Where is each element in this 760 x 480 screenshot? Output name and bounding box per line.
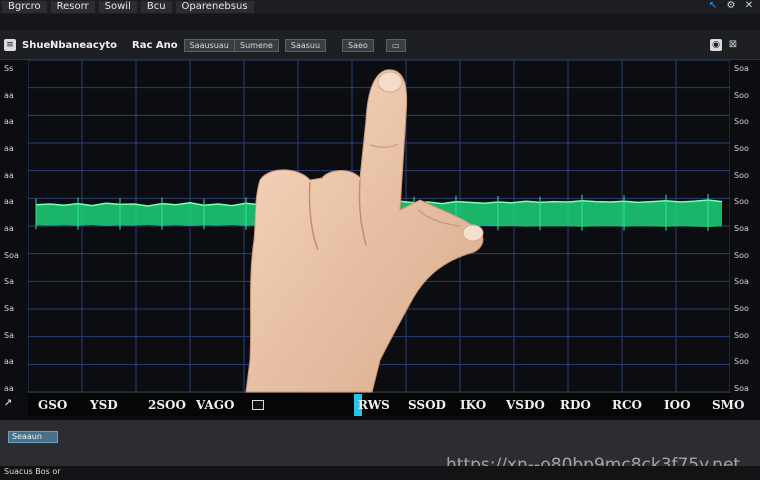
toolbar-right: ◉ ⊠ (710, 37, 738, 53)
toolbar-button-5[interactable]: ▭ (386, 38, 406, 52)
status-bar: Seaaun https://xn--o80bp9mc8ck3f75y.net … (0, 420, 760, 480)
y-tick-left: aa (4, 197, 14, 207)
y-tick-left: aa (4, 170, 14, 180)
x-tick: SMO (712, 398, 745, 412)
menu-item-tools[interactable]: Bcu (140, 1, 172, 13)
section-label: Nbaneacyto (50, 39, 118, 51)
y-tick-left: aa (4, 357, 14, 367)
y-tick-right: Soa (734, 224, 749, 233)
x-tick: VSDO (506, 398, 545, 412)
menu-icon[interactable]: ≡ (4, 39, 16, 51)
status-footer-text: Suacus Bos or (4, 467, 61, 476)
toolbar-button-4[interactable]: Saeo (342, 38, 374, 52)
toolbar-section: Nbaneacyto (50, 37, 117, 53)
toolbar-actions: Sumene Saasuu (234, 37, 327, 53)
range-marker[interactable] (252, 400, 264, 410)
menu-bar: Bgrcro Resorr Sowil Bcu Oparenebsus ↖ ⚙ … (0, 0, 760, 14)
close-icon[interactable]: ✕ (744, 1, 754, 11)
zoom-icon[interactable]: ◉ (710, 39, 722, 51)
menu-item-file[interactable]: Bgrcro (2, 1, 47, 13)
x-tick: YSD (90, 398, 118, 412)
y-tick-right: Soo (734, 197, 749, 207)
app-label: Shuel (22, 39, 54, 51)
y-tick-right: Soo (734, 90, 749, 100)
cursor-icon: ↖ (708, 0, 718, 11)
toolbar-misc: ▭ (386, 37, 406, 53)
y-tick-right: Soo (734, 357, 749, 367)
y-tick-left: Soa (4, 250, 19, 260)
toolbar-left: ≡ Shuel (4, 37, 54, 53)
toolbar-button-3[interactable]: Saasuu (284, 38, 327, 52)
y-axis-left: Ss aa aa aa aa aa aa Soa Sa Sa Sa aa aa (0, 60, 28, 393)
y-tick-left: Sa (4, 304, 14, 313)
y-axis-right: Soa Soo Soo Soo Soo Soo Soa Soo Soa Soo Soo Soo Soa (730, 60, 760, 393)
y-tick-right: Soo (734, 250, 749, 260)
menu-item-options[interactable]: Oparenebsus (175, 1, 254, 13)
toolbar: ≡ Shuel Nbaneacyto Rac Ano Saausuau Sume… (0, 30, 760, 60)
y-tick-right: Soo (734, 304, 749, 313)
y-tick-left: aa (4, 117, 14, 127)
toolbar-button-2[interactable]: Sumene (234, 38, 279, 52)
corner-arrow-icon: ↗ (4, 398, 13, 409)
x-tick: IKO (460, 398, 487, 412)
y-tick-left: Sa (4, 330, 14, 340)
menu-item-view[interactable]: Sowil (98, 1, 137, 13)
y-tick-right: Soo (734, 117, 749, 127)
mode-label: Rac Ano (132, 39, 178, 51)
y-tick-left: aa (4, 90, 14, 100)
x-tick: RWS (358, 398, 390, 412)
x-tick: 2SOO (148, 398, 186, 412)
y-tick-right: Soo (734, 170, 749, 180)
hand-illustration (245, 69, 484, 393)
y-tick-left: Sa (4, 277, 14, 287)
x-tick: SSOD (408, 398, 446, 412)
y-tick-left: Ss (4, 64, 14, 73)
y-tick-right: Soa (734, 64, 749, 73)
x-tick: GSO (38, 398, 68, 412)
close-panel-icon[interactable]: ⊠ (728, 40, 738, 50)
status-footer: Suacus Bos or (0, 466, 760, 480)
y-tick-left: aa (4, 224, 14, 233)
toolbar-mode: Rac Ano Saausuau (132, 37, 235, 53)
status-chip[interactable]: Seaaun (8, 431, 58, 443)
menu-item-edit[interactable]: Resorr (50, 1, 95, 13)
toolbar-button-1[interactable]: Saausuau (183, 38, 235, 52)
y-tick-left: aa (4, 144, 14, 153)
window-controls: ↖ ⚙ ✕ (708, 1, 754, 11)
x-tick: IOO (664, 398, 691, 412)
x-tick: VAGO (196, 398, 235, 412)
y-tick-right: Soo (734, 144, 749, 153)
x-tick: RCO (612, 398, 642, 412)
toolbar-tools: Saeo (342, 37, 374, 53)
y-tick-right: Soa (734, 277, 749, 287)
y-tick-right: Soo (734, 330, 749, 340)
x-tick: RDO (560, 398, 591, 412)
y-tick-left: aa (4, 384, 14, 393)
y-tick-right: Soa (734, 384, 749, 393)
settings-icon[interactable]: ⚙ (726, 1, 736, 11)
